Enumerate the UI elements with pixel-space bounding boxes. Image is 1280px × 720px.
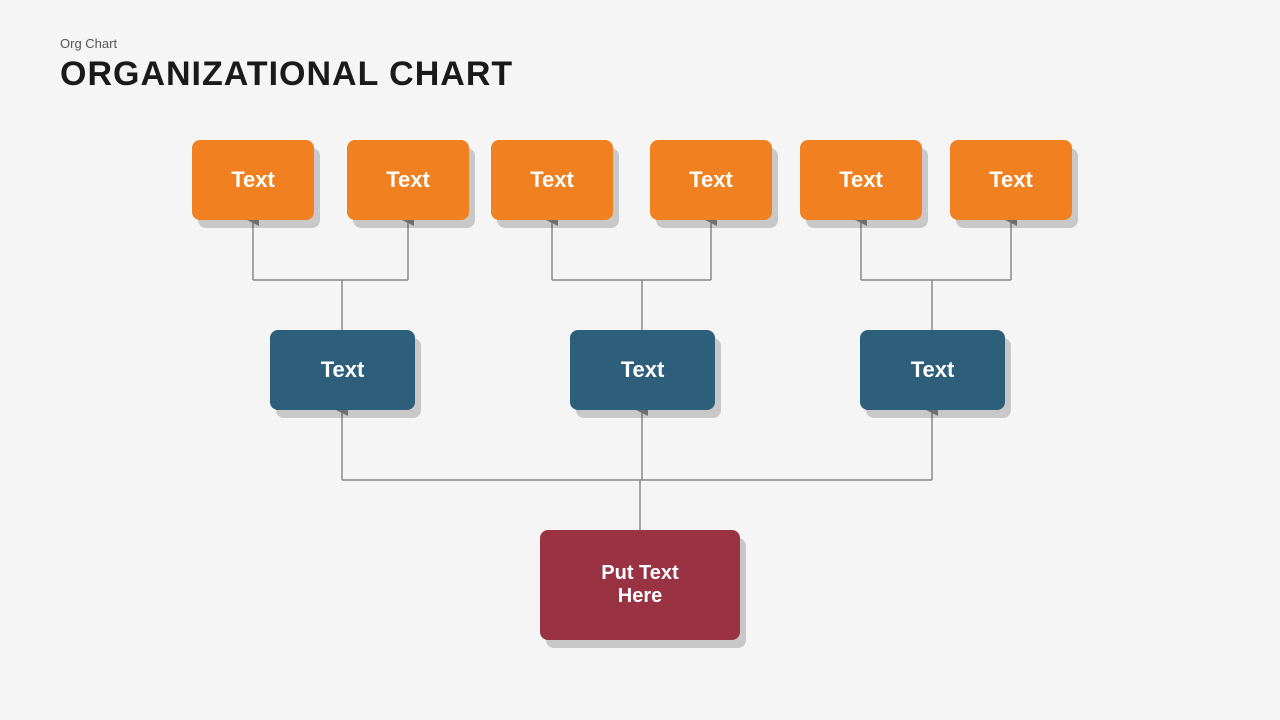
- header: Org Chart ORGANIZATIONAL CHART: [60, 36, 513, 94]
- orange-box-6[interactable]: Text: [950, 140, 1072, 220]
- blue-box-3[interactable]: Text: [860, 330, 1005, 410]
- orange-box-2[interactable]: Text: [347, 140, 469, 220]
- orange-box-4[interactable]: Text: [650, 140, 772, 220]
- page-title: ORGANIZATIONAL CHART: [60, 55, 513, 94]
- blue-box-1[interactable]: Text: [270, 330, 415, 410]
- page: Org Chart ORGANIZATIONAL CHART: [0, 0, 1280, 720]
- blue-box-2[interactable]: Text: [570, 330, 715, 410]
- orange-box-3[interactable]: Text: [491, 140, 613, 220]
- orange-box-1[interactable]: Text: [192, 140, 314, 220]
- chart-area: Text Text Text Text Text Text Text Text …: [0, 140, 1280, 720]
- subtitle: Org Chart: [60, 36, 513, 51]
- root-box[interactable]: Put TextHere: [540, 530, 740, 640]
- orange-box-5[interactable]: Text: [800, 140, 922, 220]
